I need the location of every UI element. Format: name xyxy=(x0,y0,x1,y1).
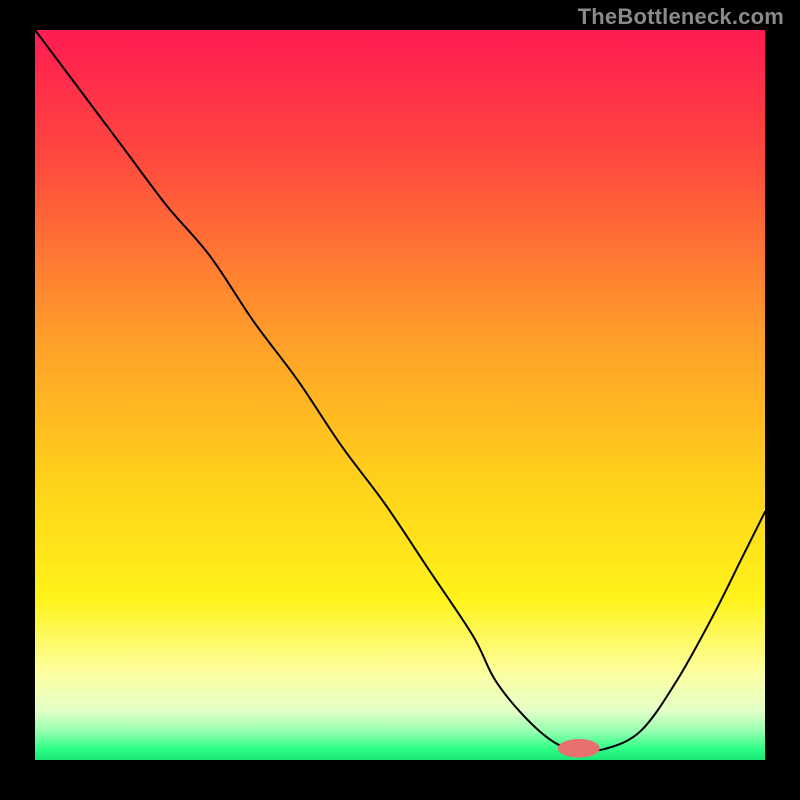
optimum-marker xyxy=(558,740,599,758)
plot-background xyxy=(35,30,765,760)
watermark-text: TheBottleneck.com xyxy=(578,4,784,30)
bottleneck-chart xyxy=(0,0,800,800)
chart-frame: { "watermark": "TheBottleneck.com", "plo… xyxy=(0,0,800,800)
